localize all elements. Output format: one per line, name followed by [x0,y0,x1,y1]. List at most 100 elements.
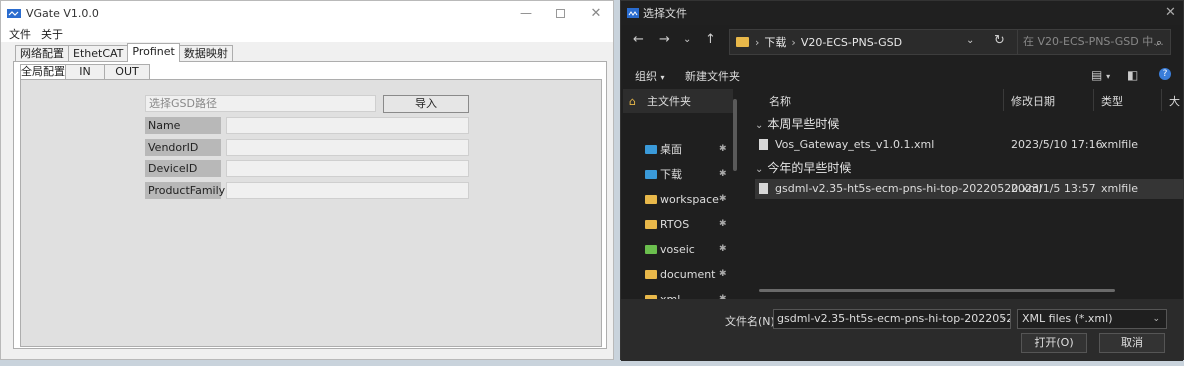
file-name: gsdml-v2.35-ht5s-ecm-pns-hi-top-20220520… [775,182,1043,195]
folder-icon [645,244,657,254]
productfamily-label: ProductFamily [145,182,225,199]
nav-item-label: 桌面 [660,143,682,156]
file-row[interactable]: Vos_Gateway_ets_v1.0.1.xml 2023/5/10 17:1… [755,135,1183,155]
import-button[interactable]: 导入 [383,95,469,113]
view-options-icon[interactable]: ▤ ▾ [1091,68,1110,82]
recent-locations-icon[interactable]: ⌄ [683,34,691,45]
filename-label: 文件名(N): [725,315,779,328]
file-dialog: 选择文件 ✕ ← → ⌄ ↑ › 下载 › V20-ECS-PNS-GSD ⌄ … [620,0,1184,361]
filetype-select[interactable]: XML files (*.xml) ⌄ [1017,309,1167,329]
nav-item-label: 下载 [660,168,682,181]
folder-icon [736,37,749,47]
preview-pane-icon[interactable]: ◧ [1127,68,1138,82]
group-header[interactable]: ⌄ 今年的早些时候 [755,159,851,176]
open-button[interactable]: 打开(O) [1021,333,1087,353]
name-label: Name [145,117,221,134]
nav-item[interactable]: 桌面 ✱ [645,139,741,159]
breadcrumb-separator-icon: › [791,35,796,49]
chevron-down-icon: ▾ [660,73,665,82]
address-bar[interactable]: › 下载 › V20-ECS-PNS-GSD ⌄ ↻ [729,29,1031,55]
chevron-down-icon[interactable]: ⌄ [966,35,974,46]
file-row[interactable]: gsdml-v2.35-ht5s-ecm-pns-hi-top-20220520… [755,179,1183,199]
file-type: xmlfile [1101,182,1139,195]
download-icon [645,169,657,179]
maximize-button[interactable] [543,1,577,25]
tab-out[interactable]: OUT [104,64,150,79]
help-icon[interactable]: ? [1159,68,1171,80]
nav-item[interactable]: voseic ✱ [645,239,741,259]
nav-item[interactable]: 下载 ✱ [645,164,741,184]
nav-home-label: 主文件夹 [647,95,691,108]
chevron-down-icon[interactable]: ⌄ [1000,313,1008,323]
chevron-down-icon: ⌄ [755,120,764,131]
vgate-title-bar: VGate V1.0.0 — ✕ [1,1,613,25]
refresh-icon[interactable]: ↻ [994,33,1005,48]
horizontal-scrollbar[interactable] [759,289,1115,292]
app-logo-icon [627,8,639,18]
tab-global-config[interactable]: 全局配置 [20,64,66,79]
file-date: 2023/5/10 17:16 [1011,138,1103,151]
file-date: 2023/1/5 13:57 [1011,182,1096,195]
chevron-down-icon: ⌄ [755,164,764,175]
file-list: 名称 修改日期 类型 大 ⌄ 本周早些时候 Vos_Gateway_ets_v1.0… [749,87,1183,299]
nav-item[interactable]: workspace ✱ [645,189,741,209]
breadcrumb-separator-icon: › [755,35,760,49]
breadcrumb-current-folder[interactable]: V20-ECS-PNS-GSD [801,36,902,49]
nav-scrollbar[interactable] [733,99,737,171]
group-title: 本周早些时候 [767,117,840,131]
dialog-close-icon[interactable]: ✕ [1165,5,1176,20]
tab-in[interactable]: IN [65,64,105,79]
productfamily-field[interactable] [226,182,469,199]
group-header[interactable]: ⌄ 本周早些时候 [755,115,839,132]
column-date[interactable]: 修改日期 [1011,93,1055,109]
search-input[interactable]: 在 V20-ECS-PNS-GSD 中... ⌕ [1017,29,1171,55]
deviceid-label: DeviceID [145,160,221,177]
dialog-title: 选择文件 [643,7,687,20]
column-name[interactable]: 名称 [769,93,791,109]
nav-item[interactable]: document ✱ [645,264,741,284]
up-icon[interactable]: ↑ [705,32,716,47]
navigation-pane: ⌂ 主文件夹 桌面 ✱ 下载 ✱ workspace ✱ RTOS ✱ voseic ✱ docum… [621,87,743,306]
pin-icon: ✱ [719,144,727,154]
forward-icon[interactable]: → [659,32,670,47]
breadcrumb-downloads[interactable]: 下载 [764,34,786,50]
app-logo-icon [7,8,21,18]
close-button[interactable]: ✕ [579,1,613,25]
dialog-footer: 文件名(N): gsdml-v2.35-ht5s-ecm-pns-hi-top-… [621,299,1183,361]
organize-label: 组织 [635,70,657,83]
vgate-window: VGate V1.0.0 — ✕ 文件 关于 网络配置 EthetCAT Pro… [0,0,614,360]
column-size[interactable]: 大 [1169,93,1180,109]
cancel-button[interactable]: 取消 [1099,333,1165,353]
window-title: VGate V1.0.0 [26,6,99,20]
nav-home[interactable]: ⌂ 主文件夹 [623,89,733,113]
tab-data-mapping[interactable]: 数据映射 [178,45,233,62]
home-icon: ⌂ [629,94,636,108]
tab-ethercat[interactable]: EthetCAT [68,45,129,62]
desktop-icon [645,144,657,154]
folder-icon [645,219,657,229]
new-folder-button[interactable]: 新建文件夹 [685,68,740,84]
search-placeholder: 在 V20-ECS-PNS-GSD 中... [1023,35,1164,48]
tab-profinet[interactable]: Profinet [127,43,180,62]
menu-about[interactable]: 关于 [41,26,63,42]
maximize-icon [555,8,565,18]
organize-button[interactable]: 组织 ▾ [635,68,665,84]
deviceid-field[interactable] [226,160,469,177]
dialog-title-bar: 选择文件 ✕ [621,1,1183,25]
vendorid-field[interactable] [226,139,469,156]
file-name: Vos_Gateway_ets_v1.0.1.xml [775,138,935,151]
name-field[interactable] [226,117,469,134]
gsd-path-input[interactable]: 选择GSD路径 [145,95,376,112]
profinet-panel: 全局配置 IN OUT 选择GSD路径 导入 Name VendorID Dev… [13,61,607,349]
back-icon[interactable]: ← [633,32,644,47]
column-divider [1093,89,1094,111]
nav-item[interactable]: RTOS ✱ [645,214,741,234]
tab-network-config[interactable]: 网络配置 [15,45,69,62]
minimize-button[interactable]: — [509,1,543,25]
file-icon [759,139,768,150]
sub-tabs: 全局配置 IN OUT [20,64,150,79]
filename-input[interactable]: gsdml-v2.35-ht5s-ecm-pns-hi-top-20220520… [773,309,1011,329]
menu-file[interactable]: 文件 [9,26,31,42]
filetype-value: XML files (*.xml) [1022,312,1113,325]
column-type[interactable]: 类型 [1101,93,1123,109]
